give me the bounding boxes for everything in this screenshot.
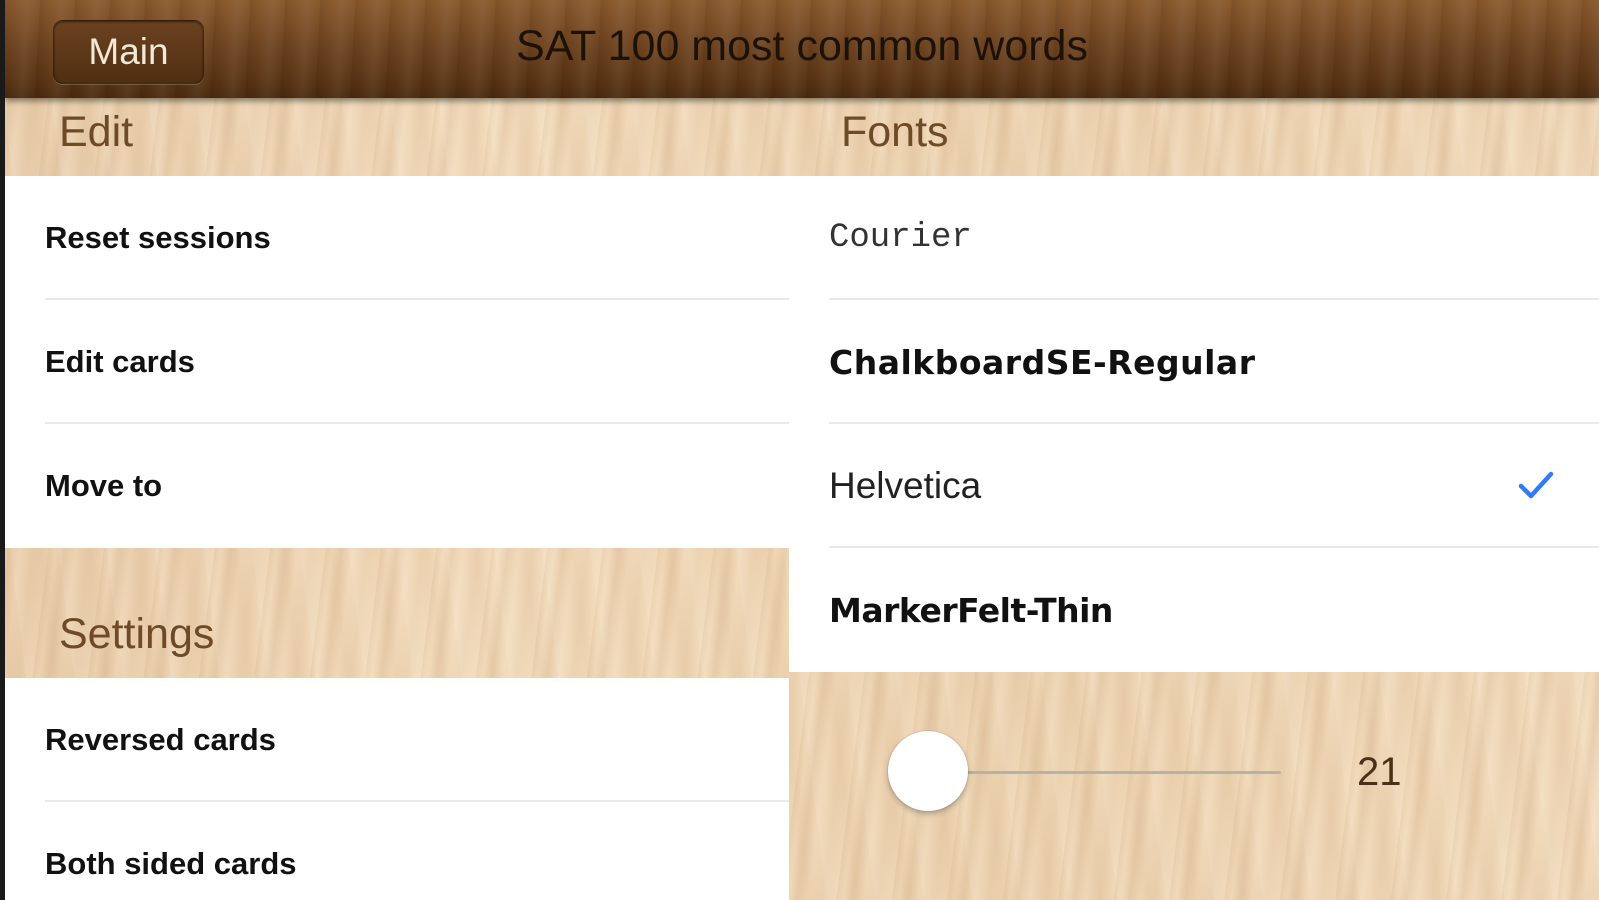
checkmark-icon xyxy=(1518,471,1554,499)
reset-sessions-row[interactable]: Reset sessions xyxy=(5,176,789,300)
navigation-bar: Main SAT 100 most common words xyxy=(5,0,1599,98)
move-to-row[interactable]: Move to xyxy=(5,424,789,548)
settings-section-header: Settings xyxy=(59,610,215,658)
reset-sessions-label: Reset sessions xyxy=(45,220,271,255)
both-sided-cards-row[interactable]: Both sided cards xyxy=(5,802,789,900)
page-title: SAT 100 most common words xyxy=(516,22,1088,70)
edit-group: Reset sessions Edit cards Move to xyxy=(5,176,789,548)
font-option-chalkboard[interactable]: ChalkboardSE-Regular xyxy=(789,300,1599,424)
font-option-markerfelt[interactable]: MarkerFelt-Thin xyxy=(789,548,1599,672)
reversed-cards-row[interactable]: Reversed cards xyxy=(5,678,789,802)
font-size-value: 21 xyxy=(1357,750,1402,794)
font-label-helvetica: Helvetica xyxy=(829,465,982,506)
fonts-group: Courier ChalkboardSE-Regular Helvetica M… xyxy=(789,176,1599,672)
edit-cards-label: Edit cards xyxy=(45,344,195,379)
font-option-helvetica[interactable]: Helvetica xyxy=(789,424,1599,548)
both-sided-cards-label: Both sided cards xyxy=(45,846,297,881)
font-label-chalkboard: ChalkboardSE-Regular xyxy=(829,342,1256,382)
font-size-slider-thumb[interactable] xyxy=(887,731,968,811)
move-to-label: Move to xyxy=(45,468,163,503)
font-label-courier: Courier xyxy=(829,219,972,257)
app-window: Main SAT 100 most common words Edit Rese… xyxy=(5,0,1599,900)
reversed-cards-label: Reversed cards xyxy=(45,722,276,757)
settings-group: Reversed cards Both sided cards xyxy=(5,678,789,900)
font-size-slider-area: 21 xyxy=(789,680,1599,900)
fonts-section-header: Fonts xyxy=(841,108,949,156)
edit-cards-row[interactable]: Edit cards xyxy=(5,300,789,424)
main-back-button[interactable]: Main xyxy=(53,20,204,84)
font-option-courier[interactable]: Courier xyxy=(789,176,1599,300)
edit-section-header: Edit xyxy=(59,108,134,156)
font-label-markerfelt: MarkerFelt-Thin xyxy=(829,590,1113,630)
